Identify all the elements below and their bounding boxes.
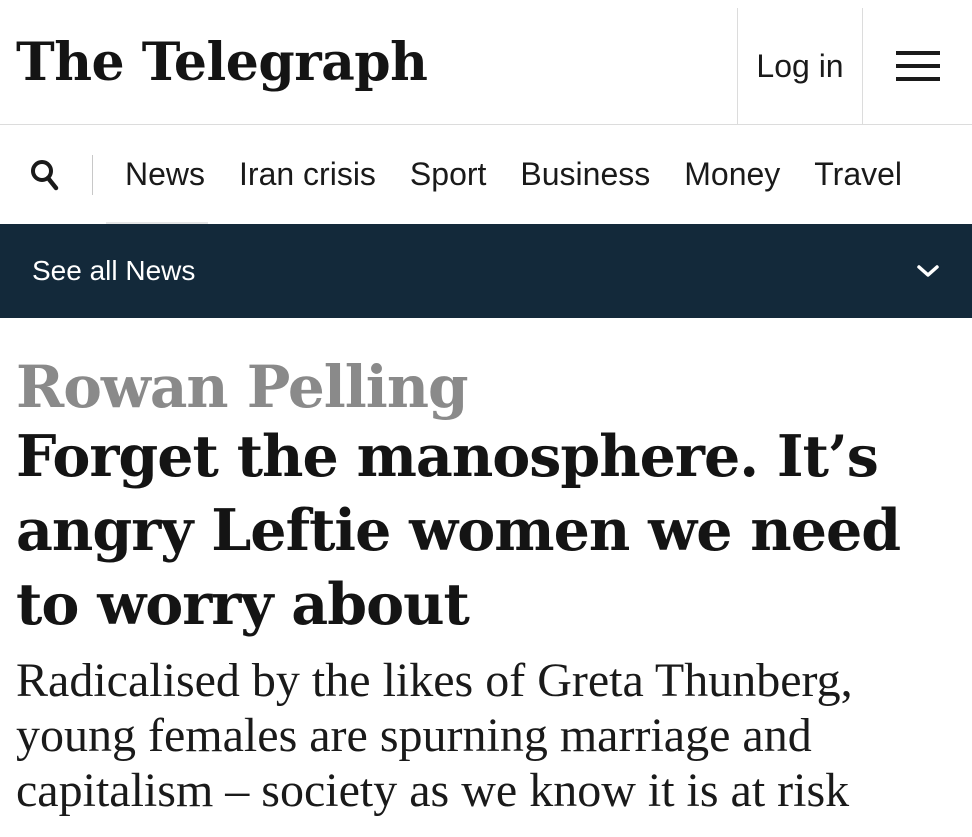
nav-item-sport[interactable]: Sport	[410, 156, 486, 193]
hamburger-menu-icon	[896, 51, 940, 81]
article-headline: Forget the manosphere. It’s angry Leftie…	[16, 423, 901, 638]
nav-item-travel[interactable]: Travel	[814, 156, 902, 193]
nav-divider	[92, 155, 93, 195]
section-label: See all News	[32, 255, 196, 286]
nav-item-news[interactable]: News	[125, 156, 205, 193]
nav-item-business[interactable]: Business	[520, 156, 650, 193]
primary-nav: News Iran crisis Sport Business Money Tr…	[0, 125, 972, 224]
masthead: The Telegraph Log in	[0, 0, 972, 125]
chevron-down-icon	[917, 265, 939, 277]
section-dropdown[interactable]: See all News	[0, 224, 972, 318]
nav-item-money[interactable]: Money	[684, 156, 780, 193]
nav-item-iran-crisis[interactable]: Iran crisis	[239, 156, 376, 193]
search-button[interactable]	[30, 158, 60, 192]
search-icon	[31, 160, 59, 191]
article-standfirst: Radicalised by the likes of Greta Thunbe…	[16, 654, 853, 817]
menu-button[interactable]	[864, 8, 972, 124]
login-button[interactable]: Log in	[737, 8, 863, 124]
telegraph-logo[interactable]: The Telegraph	[16, 28, 428, 98]
nav-scroll-fade	[912, 125, 972, 224]
nav-items: News Iran crisis Sport Business Money Tr…	[125, 125, 936, 224]
author-name[interactable]: Rowan Pelling	[16, 350, 469, 424]
